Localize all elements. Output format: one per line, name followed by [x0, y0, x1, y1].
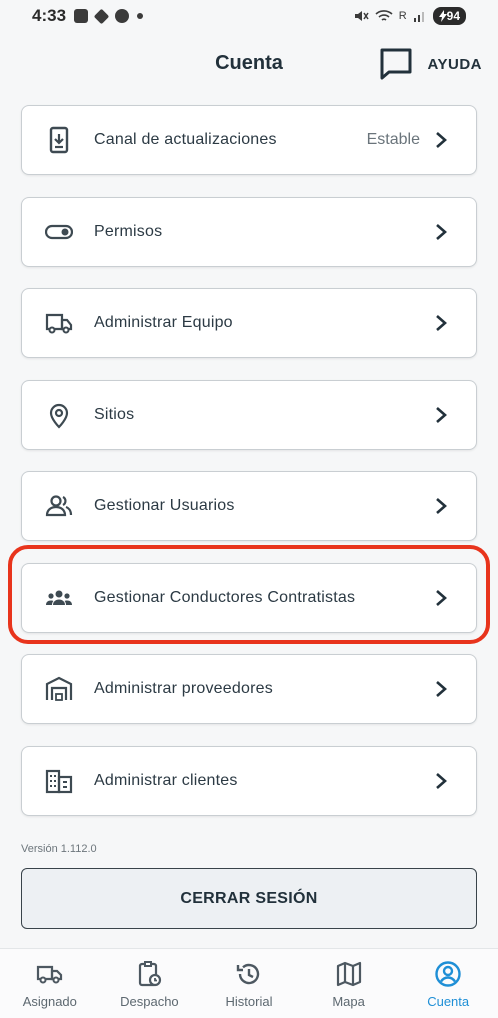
more-notifications-icon [137, 13, 144, 19]
menu-item-label: Administrar clientes [94, 771, 238, 789]
nav-label: Historial [225, 994, 273, 1009]
menu-item-manage-suppliers[interactable]: Administrar proveedores [21, 654, 477, 724]
menu-item-label: Gestionar Usuarios [94, 497, 235, 514]
menu-item-label: Administrar proveedores [94, 680, 273, 697]
menu-item-update-channel[interactable]: Canal de actualizaciones Estable [21, 105, 477, 175]
group-icon [44, 583, 74, 613]
warehouse-icon [44, 674, 74, 704]
menu-item-manage-users[interactable]: Gestionar Usuarios [21, 471, 477, 541]
menu-item-label: Canal de actualizaciones [94, 131, 277, 148]
chat-icon [380, 48, 412, 80]
clipboard-clock-icon [139, 961, 162, 987]
chevron-right-icon [436, 589, 447, 606]
nav-label: Cuenta [427, 994, 470, 1009]
app-version: Versión 1.112.0 [21, 843, 97, 855]
logout-button[interactable]: CERRAR SESIÓN [21, 868, 477, 929]
nav-item-history[interactable]: Historial [199, 949, 299, 1018]
nav-item-dispatch[interactable]: Despacho [100, 949, 200, 1018]
wifi-icon [375, 10, 393, 21]
menu-item-manage-contractor-drivers[interactable]: Gestionar Conductores Contratistas [21, 562, 477, 633]
truck-icon [44, 308, 74, 338]
nav-label: Mapa [332, 994, 365, 1009]
nav-item-assigned[interactable]: Asignado [0, 949, 100, 1018]
building-icon [44, 766, 74, 796]
menu-item-manage-clients[interactable]: Administrar clientes [21, 745, 477, 816]
battery-level: 94 [446, 9, 460, 23]
menu-item-sites[interactable]: Sitios [21, 379, 477, 450]
nav-item-account[interactable]: Cuenta [398, 949, 498, 1018]
menu-item-permissions[interactable]: Permisos [21, 196, 477, 267]
truck-icon [36, 965, 62, 984]
app-notification-icon [93, 8, 110, 24]
toggle-icon [44, 217, 74, 247]
battery-indicator: 94 [432, 7, 466, 25]
chevron-right-icon [436, 406, 447, 423]
calendar-notification-icon [74, 9, 89, 23]
nav-label: Despacho [120, 994, 179, 1009]
users-icon [44, 491, 74, 521]
nav-label: Asignado [22, 994, 77, 1009]
signal-label: R [398, 10, 407, 22]
chevron-right-icon [436, 315, 447, 331]
map-icon [336, 961, 361, 987]
menu-item-manage-equipment[interactable]: Administrar Equipo [21, 288, 477, 358]
menu-item-label: Permisos [94, 222, 163, 240]
help-button[interactable]: AYUDA [378, 46, 482, 82]
menu-item-value: Estable [366, 131, 420, 148]
location-pin-icon [44, 400, 74, 430]
bottom-navigation: Asignado Despacho Historial Mapa Cuenta [0, 948, 498, 1018]
history-icon [236, 963, 260, 985]
app-header: Cuenta AYUDA [0, 40, 498, 90]
account-icon [435, 961, 461, 987]
menu-item-label: Administrar Equipo [94, 314, 233, 331]
status-bar: 4:33 R 94 [0, 0, 498, 32]
account-menu: Canal de actualizaciones Estable Permiso… [21, 105, 477, 837]
menu-item-label: Sitios [94, 405, 135, 423]
chevron-right-icon [436, 681, 447, 697]
chevron-right-icon [436, 223, 447, 240]
nav-item-map[interactable]: Mapa [299, 949, 399, 1018]
signal-icon [413, 12, 424, 22]
message-notification-icon [115, 9, 130, 23]
chevron-right-icon [436, 772, 447, 789]
chevron-right-icon [436, 132, 447, 148]
help-label: AYUDA [427, 55, 482, 73]
mute-icon [354, 11, 369, 21]
download-phone-icon [44, 125, 74, 155]
chevron-right-icon [436, 498, 447, 514]
menu-item-label: Gestionar Conductores Contratistas [94, 588, 356, 606]
charging-icon [438, 10, 447, 22]
status-time: 4:33 [32, 6, 67, 25]
